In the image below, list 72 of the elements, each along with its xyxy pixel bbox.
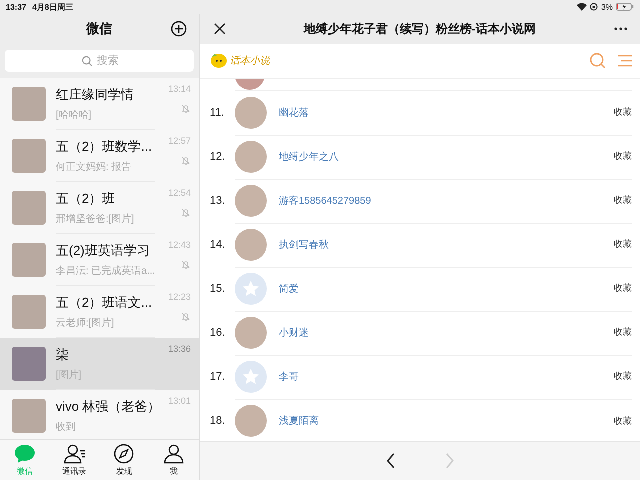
add-icon[interactable] <box>171 21 187 37</box>
orientation-lock-icon <box>590 3 598 11</box>
message-preview: 云老师:[图片] <box>56 316 116 330</box>
compass-icon <box>114 444 134 464</box>
chat-name: 五（2）班语文... <box>56 294 154 312</box>
mascot-icon <box>210 53 228 69</box>
avatar-photo <box>12 139 46 173</box>
message-time: 12:54 <box>168 188 191 198</box>
page-title: 地缚少年花子君（续写）粉丝榜-话本小说网 <box>302 20 537 38</box>
rank-number: 18. <box>210 415 226 427</box>
message-time: 13:01 <box>168 396 191 406</box>
message-preview: 邢增坚爸爸:[图片] <box>56 212 136 226</box>
message-time: 13:36 <box>168 344 191 354</box>
bookmark-button[interactable]: 收藏 <box>614 370 632 383</box>
avatar-photo <box>12 243 46 277</box>
avatar-photo <box>12 399 46 433</box>
app-title: 微信 <box>86 20 112 38</box>
avatar-photo <box>12 295 46 329</box>
chat-name: 五(2)班英语学习 <box>56 242 151 260</box>
rank-number: 11. <box>210 107 226 119</box>
clock-time: 13:37 <box>6 2 26 12</box>
fan-name-link[interactable]: 地缚少年之八 <box>279 150 602 164</box>
wifi-icon <box>577 3 588 11</box>
rank-number: 14. <box>210 239 226 251</box>
fan-name-link[interactable]: 幽花落 <box>279 106 602 120</box>
search-icon <box>82 56 93 67</box>
rank-number: 15. <box>210 283 226 295</box>
more-icon[interactable] <box>614 27 628 31</box>
fan-name-link[interactable]: 游客1585645279859 <box>279 194 602 208</box>
fan-name-link[interactable]: 浅夏陌离 <box>279 414 602 428</box>
rank-number: 17. <box>210 371 226 383</box>
bookmark-button[interactable]: 收藏 <box>614 150 632 163</box>
chat-name: 红庄缘同学情 <box>56 86 135 104</box>
contacts-icon <box>64 444 86 464</box>
bookmark-button[interactable]: 收藏 <box>614 106 632 119</box>
battery-icon <box>616 3 634 11</box>
avatar-photo <box>12 191 46 225</box>
chat-name: 五（2）班 <box>56 190 116 208</box>
chat-bubble-icon <box>14 444 36 464</box>
bookmark-button[interactable]: 收藏 <box>614 238 632 251</box>
search-field[interactable]: 搜索 <box>5 50 194 72</box>
fan-name-link[interactable]: 执剑写春秋 <box>279 238 602 252</box>
message-time: 12:43 <box>168 240 191 250</box>
fan-name-link[interactable]: 简爱 <box>279 282 602 296</box>
date-text: 4月8日周三 <box>32 2 74 12</box>
message-preview: 何正文妈妈: 报告 <box>56 160 133 174</box>
battery-percent: 3% <box>601 2 613 12</box>
rank-number: 16. <box>210 327 226 339</box>
message-preview: [哈哈哈] <box>56 108 93 122</box>
rank-number: 12. <box>210 151 226 163</box>
bookmark-button[interactable]: 收藏 <box>614 282 632 295</box>
bookmark-button[interactable]: 收藏 <box>614 326 632 339</box>
fan-name-link[interactable]: 小财迷 <box>279 326 602 340</box>
message-preview: 李昌沄: 已完成英语a... <box>56 264 155 278</box>
tab-bar-item[interactable]: 通讯录 <box>50 440 100 480</box>
message-time: 13:14 <box>168 84 191 94</box>
chat-name: 柒 <box>56 346 70 364</box>
close-icon[interactable] <box>214 23 226 35</box>
fan-name-link[interactable]: 李哥 <box>279 370 602 384</box>
avatar-photo <box>12 87 46 121</box>
person-icon <box>164 444 184 464</box>
message-time: 12:57 <box>168 136 191 146</box>
message-time: 12:23 <box>168 292 191 302</box>
avatar-photo <box>12 347 46 381</box>
chat-name: vivo 林强（老爸） <box>56 398 155 416</box>
rank-number: 13. <box>210 195 226 207</box>
bookmark-button[interactable]: 收藏 <box>614 194 632 207</box>
tab-bar-item[interactable]: 发现 <box>100 440 150 480</box>
bookmark-button[interactable]: 收藏 <box>614 414 632 428</box>
tab-bar-item[interactable]: 我 <box>149 440 199 480</box>
chat-name: 五（2）班数学... <box>56 138 154 156</box>
message-preview: 收到 <box>56 420 77 434</box>
